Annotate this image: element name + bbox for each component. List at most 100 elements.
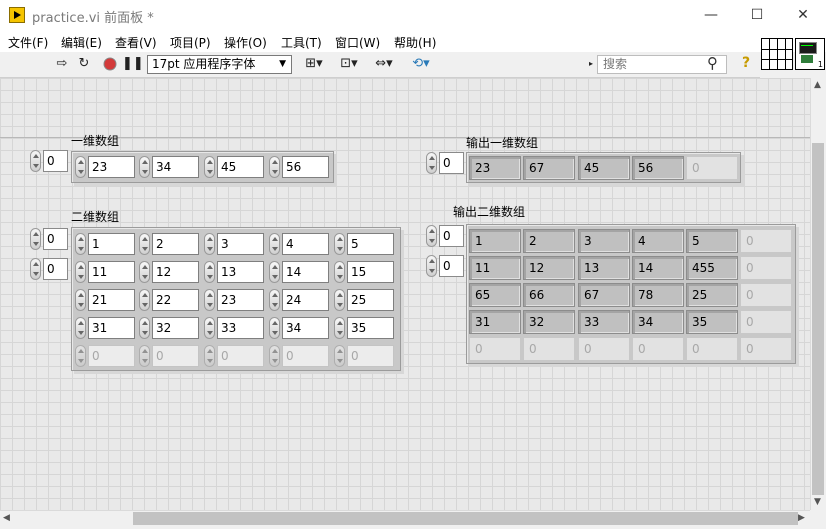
scroll-up-icon[interactable]: ▲ [814,80,821,90]
array1d-element[interactable]: 56 [269,155,329,179]
pane-splitter[interactable] [0,137,810,138]
index-increment-icon[interactable] [30,150,41,172]
array1d-index-value[interactable]: 0 [43,150,68,172]
index-increment-icon[interactable] [426,152,437,174]
numeric-value[interactable]: 2 [152,233,199,255]
array-element[interactable]: 2 [139,232,199,256]
run-continuously-icon[interactable]: ↻ [76,55,92,73]
numeric-value[interactable]: 32 [152,317,199,339]
array-element[interactable]: 5 [334,232,394,256]
numeric-value[interactable]: 56 [282,156,329,178]
font-select[interactable]: 17pt 应用程序字体 ▼ [147,55,292,74]
connector-pane-icon[interactable] [761,38,793,70]
array-element[interactable]: 4 [269,232,329,256]
numeric-value[interactable]: 12 [152,261,199,283]
increment-icon[interactable] [269,261,280,283]
numeric-value[interactable]: 24 [282,289,329,311]
numeric-value[interactable]: 13 [217,261,264,283]
increment-icon[interactable] [204,317,215,339]
numeric-value[interactable]: 34 [282,317,329,339]
numeric-value[interactable]: 5 [347,233,394,255]
array-element[interactable]: 1 [75,232,135,256]
array-element[interactable]: 13 [204,260,264,284]
array-element[interactable]: 15 [334,260,394,284]
distribute-objects-icon[interactable]: ⊡▾ [337,55,361,73]
scroll-down-icon[interactable]: ▼ [814,497,821,507]
array-element[interactable]: 32 [139,316,199,340]
array-element[interactable]: 31 [75,316,135,340]
vertical-scroll-thumb[interactable] [812,143,824,495]
scroll-right-icon[interactable]: ▶ [798,513,805,523]
numeric-value[interactable]: 23 [88,156,135,178]
index-increment-icon[interactable] [30,228,41,250]
increment-icon[interactable] [204,233,215,255]
increment-icon[interactable] [334,317,345,339]
array1d-element[interactable]: 34 [139,155,199,179]
help-icon[interactable]: ? [739,55,753,73]
menu-edit[interactable]: 编辑(E) [61,34,102,51]
close-button[interactable]: ✕ [780,0,826,30]
array-element[interactable]: 35 [334,316,394,340]
numeric-value[interactable]: 4 [282,233,329,255]
increment-icon[interactable] [75,261,86,283]
numeric-value[interactable]: 3 [217,233,264,255]
numeric-value[interactable]: 34 [152,156,199,178]
array-element[interactable]: 34 [269,316,329,340]
menu-operate[interactable]: 操作(O) [224,34,267,51]
align-objects-icon[interactable]: ⊞▾ [303,55,325,73]
array-element[interactable]: 12 [139,260,199,284]
increment-icon[interactable] [139,261,150,283]
array2d-row-index-value[interactable]: 0 [43,228,68,250]
numeric-value[interactable]: 31 [88,317,135,339]
reorder-icon[interactable]: ⟲▾ [408,55,434,73]
array-element[interactable]: 11 [75,260,135,284]
abort-icon[interactable] [101,55,119,73]
vi-icon[interactable]: 1 [795,38,825,70]
increment-icon[interactable] [75,317,86,339]
menu-file[interactable]: 文件(F) [8,34,48,51]
index-increment-icon[interactable] [30,258,41,280]
menu-window[interactable]: 窗口(W) [335,34,380,51]
menu-tools[interactable]: 工具(T) [281,34,322,51]
numeric-value[interactable]: 14 [282,261,329,283]
increment-icon[interactable] [139,289,150,311]
increment-icon[interactable] [204,261,215,283]
out2d-row-index-value[interactable]: 0 [439,225,464,247]
numeric-value[interactable]: 35 [347,317,394,339]
increment-icon[interactable] [269,233,280,255]
resize-objects-icon[interactable]: ⇔▾ [372,55,396,73]
increment-icon[interactable] [334,289,345,311]
increment-icon[interactable] [269,156,280,178]
array1d-element[interactable]: 45 [204,155,264,179]
numeric-value[interactable]: 11 [88,261,135,283]
increment-icon[interactable] [139,156,150,178]
array-element[interactable]: 14 [269,260,329,284]
array-element[interactable]: 23 [204,288,264,312]
numeric-value[interactable]: 1 [88,233,135,255]
index-increment-icon[interactable] [426,225,437,247]
out1d-index-value[interactable]: 0 [439,152,464,174]
array2d-col-index-value[interactable]: 0 [43,258,68,280]
numeric-value[interactable]: 22 [152,289,199,311]
increment-icon[interactable] [139,233,150,255]
minimize-button[interactable]: — [688,0,734,30]
maximize-button[interactable]: ☐ [734,0,780,30]
run-arrow-icon[interactable]: ⇨ [54,55,70,73]
increment-icon[interactable] [204,156,215,178]
menu-help[interactable]: 帮助(H) [394,34,436,51]
increment-icon[interactable] [334,233,345,255]
search-icon[interactable]: ⚲ [707,54,718,72]
increment-icon[interactable] [334,261,345,283]
menu-project[interactable]: 项目(P) [170,34,211,51]
menu-view[interactable]: 查看(V) [115,34,157,51]
increment-icon[interactable] [204,289,215,311]
array-element[interactable]: 33 [204,316,264,340]
increment-icon[interactable] [75,289,86,311]
numeric-value[interactable]: 25 [347,289,394,311]
increment-icon[interactable] [269,289,280,311]
index-increment-icon[interactable] [426,255,437,277]
array-element[interactable]: 25 [334,288,394,312]
increment-icon[interactable] [75,233,86,255]
pause-icon[interactable]: ❚❚ [122,55,144,73]
increment-icon[interactable] [75,156,86,178]
